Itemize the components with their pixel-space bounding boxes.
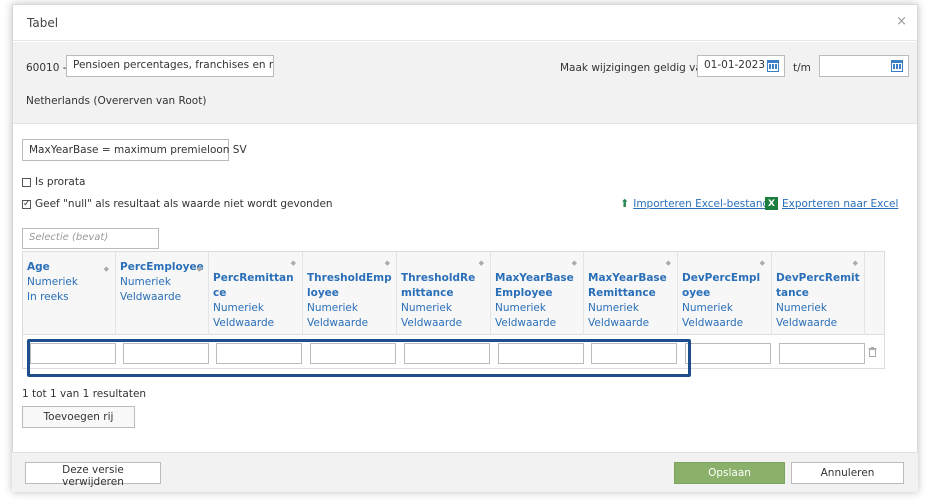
- cell-percremittance-input[interactable]: [216, 343, 302, 364]
- cell-thresholdemployee-input[interactable]: [310, 343, 396, 364]
- column-header-thresholdemployee[interactable]: ThresholdEmployee Numeriek Veldwaarde ◆: [303, 252, 397, 335]
- title-bar: Tabel ×: [13, 5, 917, 41]
- table-name-field[interactable]: Pensioen percentages, franchises en max: [66, 55, 274, 77]
- column-name: PercEmployee: [120, 261, 204, 273]
- column-header-devpercremittance[interactable]: DevPercRemittance Numeriek Veldwaarde ◆: [772, 252, 865, 335]
- column-type: Numeriek: [588, 302, 639, 314]
- cell-thresholdremittance-input[interactable]: [404, 343, 490, 364]
- column-type: Numeriek: [401, 302, 452, 314]
- sort-icon[interactable]: ◆: [853, 256, 858, 271]
- column-mode: Veldwaarde: [682, 317, 744, 329]
- results-count: 1 tot 1 van 1 resultaten: [22, 388, 147, 400]
- column-type: Numeriek: [27, 276, 78, 288]
- cell-age-input[interactable]: [30, 343, 116, 364]
- column-name: DevPercRemittance: [776, 272, 860, 299]
- valid-from-label: Maak wijzigingen geldig van: [560, 62, 709, 74]
- column-name: ThresholdEmployee: [307, 272, 392, 299]
- column-header-age[interactable]: Age Numeriek In reeks ◆: [23, 252, 116, 335]
- prorata-checkbox[interactable]: [22, 177, 31, 187]
- calendar-icon[interactable]: [891, 60, 903, 72]
- table-row: [23, 336, 884, 369]
- dialog-title: Tabel: [27, 16, 59, 30]
- column-name: MaxYearBaseEmployee: [495, 272, 574, 299]
- null-label: Geef "null" als resultaat als waarde nie…: [35, 198, 333, 210]
- excel-icon: X: [765, 197, 778, 210]
- column-type: Numeriek: [495, 302, 546, 314]
- dialog-footer: Deze versie verwijderen Opslaan Annulere…: [12, 452, 918, 492]
- calendar-icon[interactable]: [767, 60, 779, 72]
- prorata-option[interactable]: Is prorata: [22, 176, 85, 188]
- column-header-thresholdremittance[interactable]: ThresholdRemittance Numeriek Veldwaarde …: [397, 252, 491, 335]
- sort-icon[interactable]: ◆: [666, 256, 671, 271]
- header-band: 60010 - Pensioen percentages, franchises…: [13, 42, 917, 124]
- export-excel-link[interactable]: X Exporteren naar Excel: [765, 197, 898, 210]
- cell-maxyearbaseemployee-input[interactable]: [498, 343, 584, 364]
- column-header-devpercemployee[interactable]: DevPercEmployee Numeriek Veldwaarde ◆: [678, 252, 772, 335]
- column-type: Numeriek: [682, 302, 733, 314]
- country-label: Netherlands (Overerven van Root): [26, 95, 207, 107]
- sort-icon[interactable]: ◆: [572, 256, 577, 271]
- sort-icon[interactable]: ◆: [197, 262, 202, 277]
- grid-header-row: Age Numeriek In reeks ◆ PercEmployee Num…: [23, 252, 884, 335]
- column-mode: Veldwaarde: [776, 317, 838, 329]
- close-icon[interactable]: ×: [896, 14, 907, 29]
- cell-devpercemployee-input[interactable]: [685, 343, 771, 364]
- cancel-button[interactable]: Annuleren: [791, 462, 904, 484]
- valid-to-label: t/m: [793, 62, 811, 74]
- selection-filter-input[interactable]: Selectie (bevat): [22, 228, 159, 249]
- export-link-text[interactable]: Exporteren naar Excel: [782, 198, 898, 210]
- sort-icon[interactable]: ◆: [104, 262, 109, 277]
- column-type: Numeriek: [776, 302, 827, 314]
- prorata-label: Is prorata: [35, 176, 86, 188]
- trash-icon[interactable]: [868, 347, 877, 357]
- column-header-maxyearbaseemployee[interactable]: MaxYearBaseEmployee Numeriek Veldwaarde …: [491, 252, 584, 335]
- column-mode: Veldwaarde: [401, 317, 463, 329]
- cell-maxyearbaseremittance-input[interactable]: [591, 343, 677, 364]
- column-mode: Veldwaarde: [307, 317, 369, 329]
- column-name: MaxYearBaseRemittance: [588, 272, 667, 299]
- column-type: Numeriek: [213, 302, 264, 314]
- column-mode: Veldwaarde: [213, 317, 275, 329]
- null-checkbox[interactable]: ✓: [22, 199, 31, 209]
- cell-devpercremittance-input[interactable]: [779, 343, 865, 364]
- column-mode: Veldwaarde: [120, 291, 182, 303]
- delete-version-button[interactable]: Deze versie verwijderen: [25, 462, 161, 488]
- sort-icon[interactable]: ◆: [291, 256, 296, 271]
- data-grid: Age Numeriek In reeks ◆ PercEmployee Num…: [22, 251, 885, 369]
- cell-percemployee-input[interactable]: [123, 343, 209, 364]
- upload-icon: ⬆: [620, 197, 630, 210]
- column-mode: Veldwaarde: [495, 317, 557, 329]
- column-name: ThresholdRemittance: [401, 272, 476, 299]
- column-mode: Veldwaarde: [588, 317, 650, 329]
- column-type: Numeriek: [307, 302, 358, 314]
- valid-from-field[interactable]: 01-01-2023: [697, 55, 785, 77]
- sort-icon[interactable]: ◆: [479, 256, 484, 271]
- add-row-button[interactable]: Toevoegen rij: [22, 406, 135, 428]
- column-mode: In reeks: [27, 291, 69, 303]
- column-name: Age: [27, 261, 50, 273]
- valid-from-value: 01-01-2023: [704, 59, 766, 71]
- sort-icon[interactable]: ◆: [385, 256, 390, 271]
- column-name: PercRemittance: [213, 272, 294, 299]
- column-header-percremittance[interactable]: PercRemittance Numeriek Veldwaarde ◆: [209, 252, 303, 335]
- description-field[interactable]: MaxYearBase = maximum premieloon SV: [22, 139, 247, 161]
- column-header-maxyearbaseremittance[interactable]: MaxYearBaseRemittance Numeriek Veldwaard…: [584, 252, 678, 335]
- import-excel-link[interactable]: ⬆ Importeren Excel-bestand: [620, 197, 769, 210]
- column-header-actions: [865, 252, 885, 335]
- save-button[interactable]: Opslaan: [674, 462, 785, 484]
- column-name: DevPercEmployee: [682, 272, 761, 299]
- table-code: 60010 -: [26, 62, 67, 74]
- column-type: Numeriek: [120, 276, 171, 288]
- null-option[interactable]: ✓ Geef "null" als resultaat als waarde n…: [22, 198, 333, 210]
- import-link-text[interactable]: Importeren Excel-bestand: [633, 198, 769, 210]
- column-header-percemployee[interactable]: PercEmployee Numeriek Veldwaarde ◆: [116, 252, 209, 335]
- valid-to-field[interactable]: [819, 55, 909, 77]
- sort-icon[interactable]: ◆: [760, 256, 765, 271]
